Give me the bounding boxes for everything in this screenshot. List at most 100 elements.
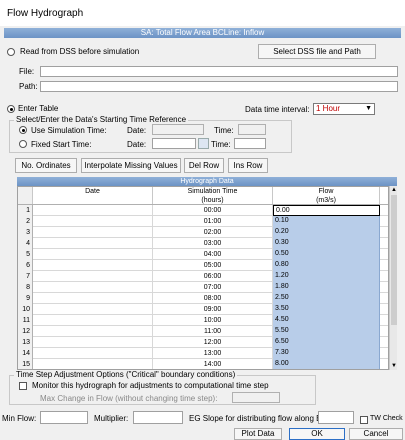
row-number: 2 bbox=[18, 216, 33, 227]
flow-cell[interactable]: 0.20 bbox=[273, 227, 380, 238]
fixed-time-field[interactable] bbox=[234, 138, 266, 149]
hydrograph-table: Date Simulation Time (hours) Flow (m3/s)… bbox=[17, 186, 389, 370]
read-from-dss-radio[interactable] bbox=[7, 48, 15, 56]
row-number: 13 bbox=[18, 337, 33, 348]
monitor-hydrograph-checkbox[interactable] bbox=[19, 382, 27, 390]
file-field[interactable] bbox=[40, 66, 398, 77]
enter-table-radio[interactable] bbox=[7, 105, 15, 113]
use-simulation-time-radio[interactable] bbox=[19, 126, 27, 134]
data-time-interval-select[interactable]: 1 Hour ▼ bbox=[313, 103, 375, 115]
date-cell[interactable] bbox=[33, 293, 153, 304]
max-change-field bbox=[232, 392, 280, 403]
table-scrollbar[interactable]: ▲ ▼ bbox=[389, 186, 397, 370]
flow-unit-label: (m3/s) bbox=[316, 197, 336, 204]
fixed-start-time-radio[interactable] bbox=[19, 140, 27, 148]
flow-cell[interactable]: 3.50 bbox=[273, 304, 380, 315]
min-flow-field[interactable] bbox=[40, 411, 88, 424]
sim-time-cell: 02:00 bbox=[153, 227, 273, 238]
date-header-label: Date bbox=[85, 188, 100, 195]
flow-cell[interactable]: 0.10 bbox=[273, 216, 380, 227]
table-row: 4 03:00 0.30 bbox=[18, 238, 388, 249]
date-cell[interactable] bbox=[33, 337, 153, 348]
data-time-interval-label: Data time interval: bbox=[245, 105, 310, 114]
row-number: 15 bbox=[18, 359, 33, 369]
multiplier-label: Multiplier: bbox=[94, 414, 129, 423]
date-cell[interactable] bbox=[33, 260, 153, 271]
table-row: 14 13:00 7.30 bbox=[18, 348, 388, 359]
date-cell[interactable] bbox=[33, 205, 153, 216]
scroll-thumb[interactable] bbox=[391, 195, 397, 325]
table-row: 2 01:00 0.10 bbox=[18, 216, 388, 227]
date-cell[interactable] bbox=[33, 326, 153, 337]
flow-cell[interactable]: 2.50 bbox=[273, 293, 380, 304]
table-row: 11 10:00 4.50 bbox=[18, 315, 388, 326]
multiplier-field[interactable] bbox=[133, 411, 183, 424]
flow-cell[interactable]: 0.30 bbox=[273, 238, 380, 249]
row-number: 12 bbox=[18, 326, 33, 337]
interpolate-missing-values-button[interactable]: Interpolate Missing Values bbox=[81, 158, 181, 173]
ok-button[interactable]: OK bbox=[289, 428, 345, 440]
data-time-interval-value: 1 Hour bbox=[316, 104, 341, 113]
date-cell[interactable] bbox=[33, 359, 153, 369]
flow-cell[interactable]: 0.80 bbox=[273, 260, 380, 271]
table-row: 7 06:00 1.20 bbox=[18, 271, 388, 282]
fixed-time-label: Time: bbox=[211, 140, 231, 149]
row-number: 11 bbox=[18, 315, 33, 326]
sim-time-cell: 10:00 bbox=[153, 315, 273, 326]
cancel-button[interactable]: Cancel bbox=[349, 428, 403, 440]
date-cell[interactable] bbox=[33, 249, 153, 260]
flow-cell[interactable]: 1.80 bbox=[273, 282, 380, 293]
flow-cell[interactable]: 1.20 bbox=[273, 271, 380, 282]
calendar-icon[interactable] bbox=[198, 138, 209, 149]
fixed-date-field[interactable] bbox=[152, 138, 196, 149]
flow-cell[interactable]: 4.50 bbox=[273, 315, 380, 326]
date-cell[interactable] bbox=[33, 315, 153, 326]
tw-check-checkbox[interactable] bbox=[360, 416, 368, 424]
sim-time-cell: 05:00 bbox=[153, 260, 273, 271]
flow-cell[interactable]: 6.50 bbox=[273, 337, 380, 348]
sim-time-cell: 01:00 bbox=[153, 216, 273, 227]
date-cell[interactable] bbox=[33, 227, 153, 238]
sim-time-cell: 14:00 bbox=[153, 359, 273, 369]
sim-time-cell: 06:00 bbox=[153, 271, 273, 282]
date-cell[interactable] bbox=[33, 348, 153, 359]
chevron-down-icon: ▼ bbox=[365, 105, 372, 112]
max-change-label: Max Change in Flow (without changing tim… bbox=[40, 394, 218, 403]
date-cell[interactable] bbox=[33, 282, 153, 293]
flow-cell[interactable]: 7.30 bbox=[273, 348, 380, 359]
monitor-hydrograph-label: Monitor this hydrograph for adjustments … bbox=[32, 381, 269, 390]
plot-data-button[interactable]: Plot Data bbox=[234, 428, 282, 440]
flow-cell[interactable]: 8.00 bbox=[273, 359, 380, 369]
eg-slope-field[interactable] bbox=[318, 411, 354, 424]
no-ordinates-button[interactable]: No. Ordinates bbox=[15, 158, 77, 173]
date-cell[interactable] bbox=[33, 271, 153, 282]
row-number: 6 bbox=[18, 260, 33, 271]
date-cell[interactable] bbox=[33, 304, 153, 315]
row-number: 7 bbox=[18, 271, 33, 282]
scroll-down-icon[interactable]: ▼ bbox=[390, 362, 398, 370]
flow-cell[interactable]: 5.50 bbox=[273, 326, 380, 337]
sim-time-label: Time: bbox=[214, 126, 234, 135]
del-row-button[interactable]: Del Row bbox=[184, 158, 224, 173]
flow-cell[interactable]: 0.00 bbox=[273, 205, 380, 216]
scroll-up-icon[interactable]: ▲ bbox=[390, 186, 398, 194]
window-title: Flow Hydrograph bbox=[7, 8, 84, 19]
date-cell[interactable] bbox=[33, 216, 153, 227]
sim-time-field bbox=[238, 124, 266, 135]
ins-row-button[interactable]: Ins Row bbox=[228, 158, 268, 173]
select-dss-button[interactable]: Select DSS file and Path bbox=[258, 44, 376, 59]
row-number: 10 bbox=[18, 304, 33, 315]
path-field[interactable] bbox=[40, 81, 398, 92]
table-row: 12 11:00 5.50 bbox=[18, 326, 388, 337]
flow-cell[interactable]: 0.50 bbox=[273, 249, 380, 260]
sim-time-cell: 08:00 bbox=[153, 293, 273, 304]
table-row: 3 02:00 0.20 bbox=[18, 227, 388, 238]
time-reference-legend: Select/Enter the Data's Starting Time Re… bbox=[14, 115, 189, 124]
tw-check-label: TW Check bbox=[370, 415, 403, 422]
sim-time-cell: 13:00 bbox=[153, 348, 273, 359]
date-cell[interactable] bbox=[33, 238, 153, 249]
hydrograph-data-header: Hydrograph Data bbox=[17, 177, 397, 186]
time-step-adjustment-legend: Time Step Adjustment Options ("Critical"… bbox=[14, 370, 238, 379]
read-from-dss-label: Read from DSS before simulation bbox=[20, 47, 140, 56]
sim-date-field bbox=[152, 124, 204, 135]
